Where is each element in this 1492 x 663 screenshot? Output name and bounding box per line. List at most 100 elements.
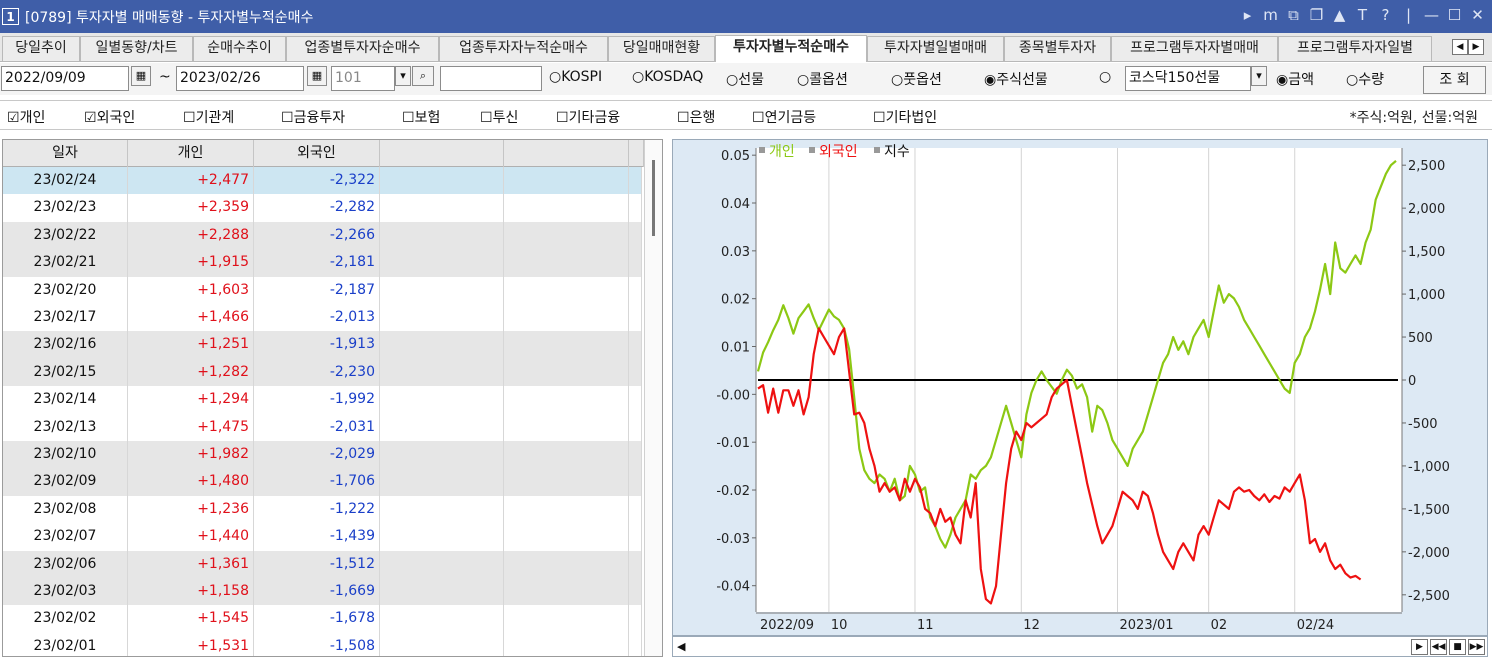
stop-icon[interactable]: ■ bbox=[1449, 639, 1466, 655]
fast-forward-icon[interactable]: ▶▶ bbox=[1468, 639, 1485, 655]
tab-intraday-status[interactable]: 당일매매현황 bbox=[608, 36, 715, 61]
product-select[interactable]: 코스닥150선물 bbox=[1125, 66, 1251, 91]
cell-empty bbox=[504, 331, 629, 359]
cell-date: 23/02/08 bbox=[3, 495, 128, 524]
table-row[interactable]: 23/02/02 +1,545 -1,678 bbox=[3, 605, 642, 633]
tab-prev-icon[interactable]: ◀ bbox=[1452, 39, 1468, 55]
cell-date: 23/02/07 bbox=[3, 523, 128, 551]
window-number: 1 bbox=[2, 8, 19, 25]
table-row[interactable]: 23/02/23 +2,359 -2,282 bbox=[3, 194, 642, 222]
radio-product[interactable]: ○ bbox=[1099, 69, 1111, 85]
tab-sector-investor-net-buy[interactable]: 업종별투자자순매수 bbox=[286, 36, 439, 61]
table-row[interactable]: 23/02/24 +2,477 -2,322 bbox=[3, 167, 642, 195]
help-icon[interactable]: ? bbox=[1377, 6, 1394, 24]
left-tick-label: -0.03 bbox=[716, 532, 750, 547]
close-icon[interactable]: ✕ bbox=[1469, 6, 1486, 24]
tab-investor-daily-trade[interactable]: 투자자별일별매매 bbox=[867, 36, 1004, 61]
end-date-field[interactable]: 2023/02/26 bbox=[176, 66, 304, 91]
tab-program-investor[interactable]: 프로그램투자자별매매 bbox=[1111, 36, 1278, 61]
checkbox-institution[interactable]: ☐기관계 bbox=[183, 107, 234, 127]
cell-date: 23/02/02 bbox=[3, 605, 128, 633]
radio-put-option[interactable]: ○풋옵션 bbox=[891, 69, 942, 89]
tile-icon[interactable]: ⧉ bbox=[1285, 6, 1302, 24]
table-row[interactable]: 23/02/03 +1,158 -1,669 bbox=[3, 578, 642, 606]
cell-foreign: -1,706 bbox=[254, 468, 380, 496]
column-empty bbox=[380, 140, 504, 167]
start-date-field[interactable]: 2022/09/09 bbox=[1, 66, 129, 91]
radio-amount[interactable]: ◉금액 bbox=[1276, 69, 1314, 89]
code-field[interactable]: 101 bbox=[331, 66, 395, 91]
checkbox-financial-investment[interactable]: ☐금융투자 bbox=[281, 107, 345, 127]
maximize-icon[interactable]: ☐ bbox=[1446, 6, 1463, 24]
table-row[interactable]: 23/02/22 +2,288 -2,266 bbox=[3, 221, 642, 250]
chevron-down-icon[interactable]: ▾ bbox=[395, 66, 411, 86]
table-row[interactable]: 23/02/20 +1,603 -2,187 bbox=[3, 276, 642, 304]
radio-volume[interactable]: ○수량 bbox=[1346, 69, 1384, 89]
table-row[interactable]: 23/02/13 +1,475 -2,031 bbox=[3, 413, 642, 441]
tab-sector-investor-cum[interactable]: 업종투자자누적순매수 bbox=[439, 36, 608, 61]
vertical-scrollbar[interactable] bbox=[644, 140, 662, 656]
font-icon[interactable]: T bbox=[1354, 6, 1371, 24]
cell-individual: +2,359 bbox=[128, 194, 254, 222]
tab-investor-cum-net-buy[interactable]: 투자자별누적순매수 bbox=[715, 35, 867, 62]
table-row[interactable]: 23/02/08 +1,236 -1,222 bbox=[3, 495, 642, 524]
cell-foreign: -2,266 bbox=[254, 221, 380, 250]
right-tick-label: -2,500 bbox=[1408, 589, 1450, 604]
radio-kospi[interactable]: ○KOSPI bbox=[549, 69, 602, 85]
calendar-icon[interactable]: ▦ bbox=[307, 66, 327, 86]
minimize-icon[interactable]: — bbox=[1423, 6, 1440, 24]
scroll-thumb[interactable] bbox=[652, 160, 655, 236]
tab-net-buy-trend[interactable]: 순매수추이 bbox=[193, 36, 286, 61]
column-foreign[interactable]: 외국인 bbox=[254, 140, 380, 167]
rewind-icon[interactable]: ◀◀ bbox=[1430, 639, 1447, 655]
checkbox-insurance[interactable]: ☐보험 bbox=[402, 107, 440, 127]
table-row[interactable]: 23/02/15 +1,282 -2,230 bbox=[3, 358, 642, 387]
play-icon[interactable]: ▶ bbox=[1411, 639, 1428, 655]
checkbox-other-corp[interactable]: ☐기타법인 bbox=[873, 107, 937, 127]
tab-stock-investor[interactable]: 종목별투자자 bbox=[1004, 36, 1111, 61]
checkbox-investment-trust[interactable]: ☐투신 bbox=[480, 107, 518, 127]
radio-futures[interactable]: ○선물 bbox=[726, 69, 764, 89]
tab-daily-trend[interactable]: 당일추이 bbox=[2, 36, 80, 61]
pin-icon[interactable]: ▲ bbox=[1331, 6, 1348, 24]
tab-next-icon[interactable]: ▶ bbox=[1468, 39, 1484, 55]
cell-date: 23/02/22 bbox=[3, 221, 128, 250]
table-row[interactable]: 23/02/17 +1,466 -2,013 bbox=[3, 304, 642, 332]
chevron-left-icon[interactable]: ◀ bbox=[677, 640, 685, 653]
cell-empty bbox=[504, 441, 629, 469]
table-row[interactable]: 23/02/10 +1,982 -2,029 bbox=[3, 441, 642, 469]
table-row[interactable]: 23/02/14 +1,294 -1,992 bbox=[3, 386, 642, 414]
expand-icon[interactable]: ▸ bbox=[1239, 6, 1256, 24]
radio-kosdaq[interactable]: ○KOSDAQ bbox=[632, 69, 703, 85]
cell-foreign: -2,230 bbox=[254, 358, 380, 387]
checkbox-individual[interactable]: ☑개인 bbox=[7, 107, 45, 127]
memo-icon[interactable]: m bbox=[1262, 6, 1279, 24]
chevron-down-icon[interactable]: ▾ bbox=[1251, 66, 1267, 86]
column-individual[interactable]: 개인 bbox=[128, 140, 254, 167]
checkbox-other-finance[interactable]: ☐기타금융 bbox=[556, 107, 620, 127]
checkbox-bank[interactable]: ☐은행 bbox=[677, 107, 715, 127]
cell-individual: +1,915 bbox=[128, 249, 254, 277]
table-row[interactable]: 23/02/21 +1,915 -2,181 bbox=[3, 249, 642, 277]
table-row[interactable]: 23/02/06 +1,361 -1,512 bbox=[3, 550, 642, 578]
radio-call-option[interactable]: ○콜옵션 bbox=[797, 69, 848, 89]
checkbox-pension[interactable]: ☐연기금등 bbox=[752, 107, 816, 127]
tab-daily-chart[interactable]: 일별동향/차트 bbox=[80, 36, 193, 61]
table-row[interactable]: 23/02/16 +1,251 -1,913 bbox=[3, 331, 642, 359]
table-row[interactable]: 23/02/01 +1,531 -1,508 bbox=[3, 632, 642, 656]
search-icon[interactable]: ⌕ bbox=[412, 66, 434, 86]
table-row[interactable]: 23/02/09 +1,480 -1,706 bbox=[3, 468, 642, 496]
radio-stock-futures[interactable]: ◉주식선물 bbox=[984, 69, 1048, 89]
column-date[interactable]: 일자 bbox=[3, 140, 128, 167]
table-row[interactable]: 23/02/07 +1,440 -1,439 bbox=[3, 523, 642, 551]
code-name-field[interactable] bbox=[440, 66, 542, 91]
checkbox-foreign[interactable]: ☑외국인 bbox=[84, 107, 135, 127]
tab-program-investor-daily[interactable]: 프로그램투자자일별 bbox=[1278, 36, 1432, 61]
cell-foreign: -2,013 bbox=[254, 304, 380, 332]
copy-icon[interactable]: ❐ bbox=[1308, 6, 1325, 24]
calendar-icon[interactable]: ▦ bbox=[131, 66, 151, 86]
cell-empty bbox=[629, 358, 642, 387]
query-button[interactable]: 조 회 bbox=[1423, 66, 1486, 94]
cell-empty bbox=[380, 221, 504, 250]
chart-scrollbar[interactable]: ◀ ▶ ◀◀ ■ ▶▶ bbox=[672, 636, 1488, 657]
